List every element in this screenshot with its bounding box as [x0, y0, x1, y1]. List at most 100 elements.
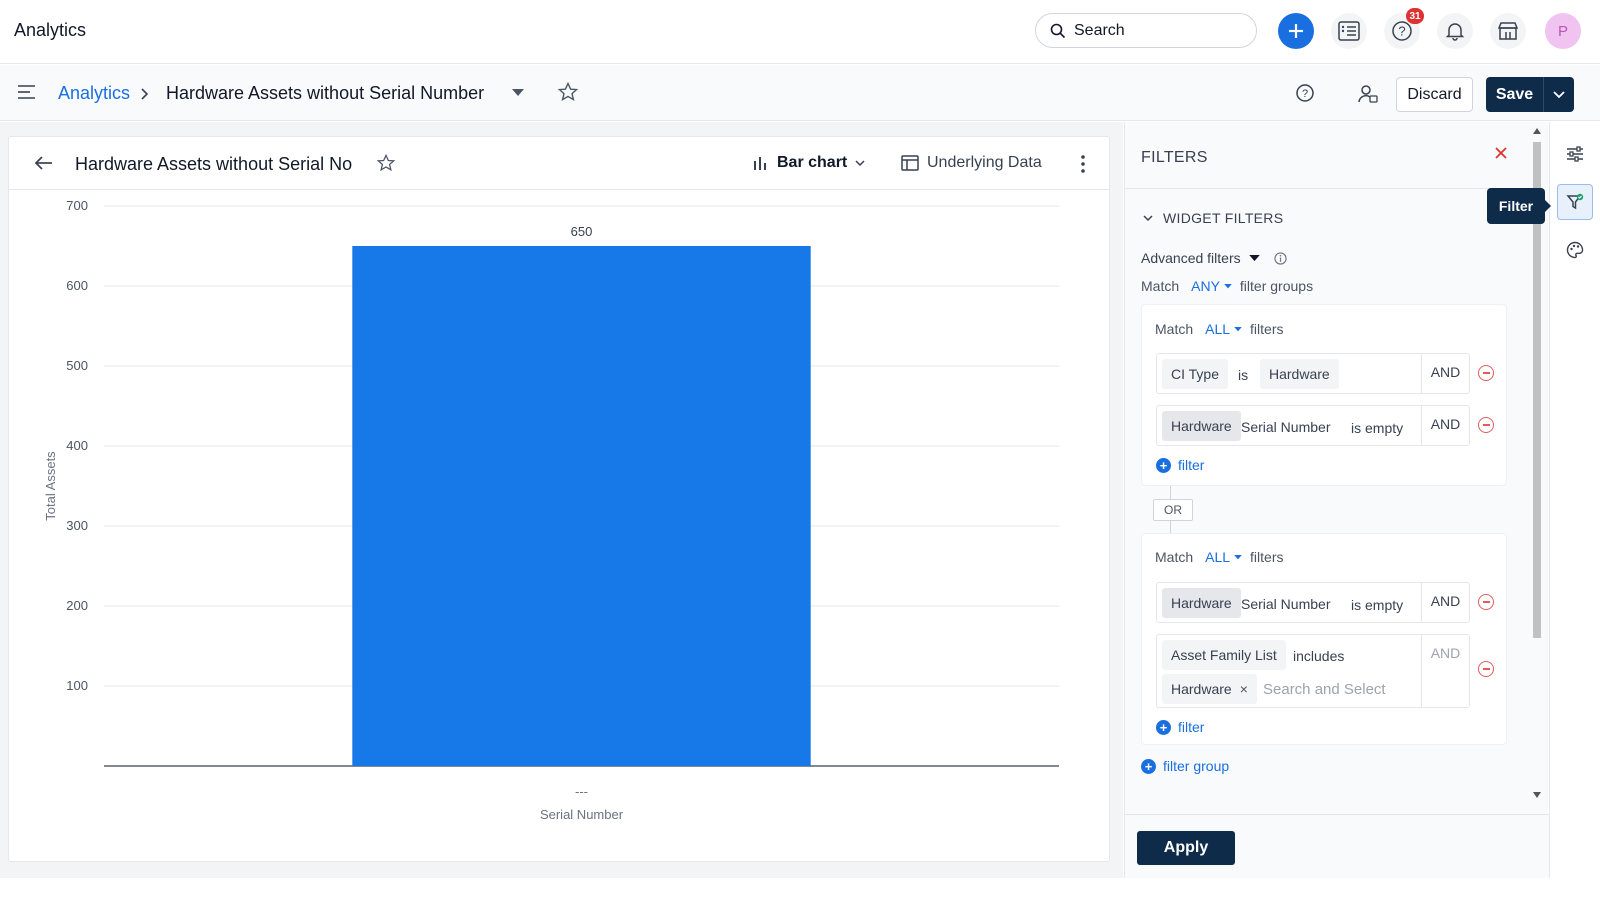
more-vertical-icon[interactable] — [1081, 155, 1085, 173]
advanced-filters[interactable]: Advanced filters — [1141, 250, 1287, 266]
field-label[interactable]: Serial Number — [1241, 419, 1330, 435]
operator-label[interactable]: includes — [1293, 648, 1344, 664]
plus-circle-icon: + — [1156, 457, 1171, 473]
notifications-button[interactable] — [1437, 13, 1473, 49]
value-tag: Hardware × — [1162, 674, 1257, 704]
table-icon — [901, 155, 919, 171]
top-bar: Analytics Search ? 31 P — [0, 0, 1600, 64]
or-separator[interactable]: OR — [1153, 499, 1193, 521]
match-any-select[interactable]: ANY — [1191, 278, 1232, 294]
settings-rail-button[interactable] — [1557, 136, 1593, 172]
share-user-icon[interactable] — [1357, 83, 1379, 105]
user-avatar[interactable]: P — [1545, 13, 1581, 49]
widget-filters-toggle[interactable]: WIDGET FILTERS — [1143, 210, 1283, 226]
y-axis-label: Total Assets — [43, 451, 58, 521]
caret-down-icon[interactable] — [512, 89, 524, 97]
value-search-input[interactable]: Search and Select — [1263, 681, 1386, 698]
field-prefix-chip[interactable]: Hardware — [1162, 411, 1241, 441]
menu-icon[interactable] — [18, 85, 36, 99]
chevron-right-icon — [141, 88, 149, 100]
y-tick-label: 700 — [66, 198, 88, 213]
star-icon[interactable] — [558, 82, 578, 102]
advanced-filters-label: Advanced filters — [1141, 250, 1241, 266]
field-chip[interactable]: CI Type — [1162, 359, 1228, 389]
group-match-line: Match ALL filters — [1155, 321, 1284, 337]
discard-button[interactable]: Discard — [1396, 77, 1473, 112]
underlying-data-button[interactable]: Underlying Data — [901, 154, 1042, 172]
caret-down-icon — [1224, 283, 1232, 288]
add-filter-button[interactable]: + filter — [1156, 457, 1204, 473]
match-prefix: Match — [1155, 321, 1194, 337]
match-suffix: filters — [1250, 321, 1284, 337]
match-all-value: ALL — [1205, 549, 1231, 565]
group-match-line: Match ALL filters — [1155, 549, 1284, 565]
widget-title: Hardware Assets without Serial No — [75, 154, 353, 174]
close-icon[interactable] — [1494, 146, 1508, 160]
match-groups-suffix: filter groups — [1239, 278, 1314, 294]
save-button[interactable]: Save — [1486, 77, 1574, 112]
apply-button[interactable]: Apply — [1137, 831, 1235, 865]
field-chip[interactable]: Asset Family List — [1162, 640, 1286, 670]
tasks-button[interactable] — [1331, 13, 1367, 49]
remove-filter-icon[interactable] — [1478, 661, 1494, 677]
question-icon: ? — [1392, 21, 1412, 41]
operator-label[interactable]: is — [1238, 367, 1248, 383]
remove-filter-icon[interactable] — [1478, 365, 1494, 381]
breadcrumb-analytics-link[interactable]: Analytics — [58, 83, 130, 104]
add-button[interactable] — [1278, 13, 1314, 49]
svg-text:?: ? — [1398, 24, 1405, 39]
star-icon[interactable] — [377, 154, 395, 172]
panel-scrollbar[interactable] — [1529, 126, 1545, 806]
match-all-select[interactable]: ALL — [1205, 321, 1242, 337]
search-placeholder: Search — [1074, 21, 1125, 39]
add-filter-button[interactable]: + filter — [1156, 719, 1204, 735]
scroll-up-icon[interactable] — [1533, 128, 1541, 134]
add-filter-label: filter — [1178, 457, 1205, 473]
data-label: 650 — [571, 224, 593, 239]
value-tag-label: Hardware — [1171, 681, 1232, 697]
scroll-down-icon[interactable] — [1533, 792, 1541, 798]
filter-group-2: Match ALL filters Hardware Serial Number… — [1141, 533, 1507, 745]
plus-circle-icon: + — [1141, 758, 1156, 774]
field-label[interactable]: Serial Number — [1241, 596, 1330, 612]
filter-condition[interactable]: Asset Family List includes Hardware × Se… — [1156, 634, 1470, 708]
conjunction-label[interactable]: AND — [1421, 583, 1469, 622]
checklist-icon — [1338, 21, 1360, 41]
value-chip[interactable]: Hardware — [1260, 359, 1339, 389]
field-prefix-chip[interactable]: Hardware — [1162, 588, 1241, 618]
filter-condition[interactable]: Hardware Serial Number is empty AND — [1156, 405, 1470, 446]
conjunction-label[interactable]: AND — [1421, 354, 1469, 393]
bar — [352, 246, 811, 766]
bar-chart: 100 200 300 400 500 600 700 650 --- Serial Number… — [43, 198, 1059, 822]
filter-condition[interactable]: Hardware Serial Number is empty AND — [1156, 582, 1470, 623]
chart-type-select[interactable]: Bar chart — [753, 154, 865, 172]
store-button[interactable] — [1490, 13, 1526, 49]
remove-filter-icon[interactable] — [1478, 594, 1494, 610]
plus-icon — [1289, 24, 1303, 38]
save-options-dropdown[interactable] — [1543, 77, 1574, 112]
back-arrow-icon[interactable] — [35, 156, 53, 170]
chevron-down-icon — [1553, 90, 1565, 98]
filter-rail-button[interactable] — [1557, 184, 1593, 220]
search-input[interactable]: Search — [1035, 13, 1257, 48]
search-icon — [1050, 23, 1066, 38]
match-prefix: Match — [1155, 549, 1194, 565]
save-button-label: Save — [1495, 85, 1534, 103]
match-all-select[interactable]: ALL — [1205, 549, 1242, 565]
filter-condition[interactable]: CI Type is Hardware AND — [1156, 353, 1470, 394]
chevron-down-icon — [1143, 214, 1153, 221]
help-circle-icon[interactable]: ? — [1295, 83, 1315, 103]
y-tick-label: 200 — [66, 598, 88, 613]
bell-icon — [1445, 23, 1465, 41]
y-tick-label: 600 — [66, 278, 88, 293]
remove-filter-icon[interactable] — [1478, 417, 1494, 433]
help-center-button[interactable]: ? 31 — [1384, 8, 1424, 49]
operator-label[interactable]: is empty — [1351, 597, 1403, 613]
operator-label[interactable]: is empty — [1351, 420, 1403, 436]
theme-rail-button[interactable] — [1557, 232, 1593, 268]
remove-tag-icon[interactable]: × — [1240, 681, 1248, 697]
conjunction-label[interactable]: AND — [1421, 406, 1469, 445]
match-any-value: ANY — [1191, 278, 1220, 294]
add-filter-group-button[interactable]: + filter group — [1141, 758, 1229, 774]
app-title: Analytics — [14, 20, 87, 40]
